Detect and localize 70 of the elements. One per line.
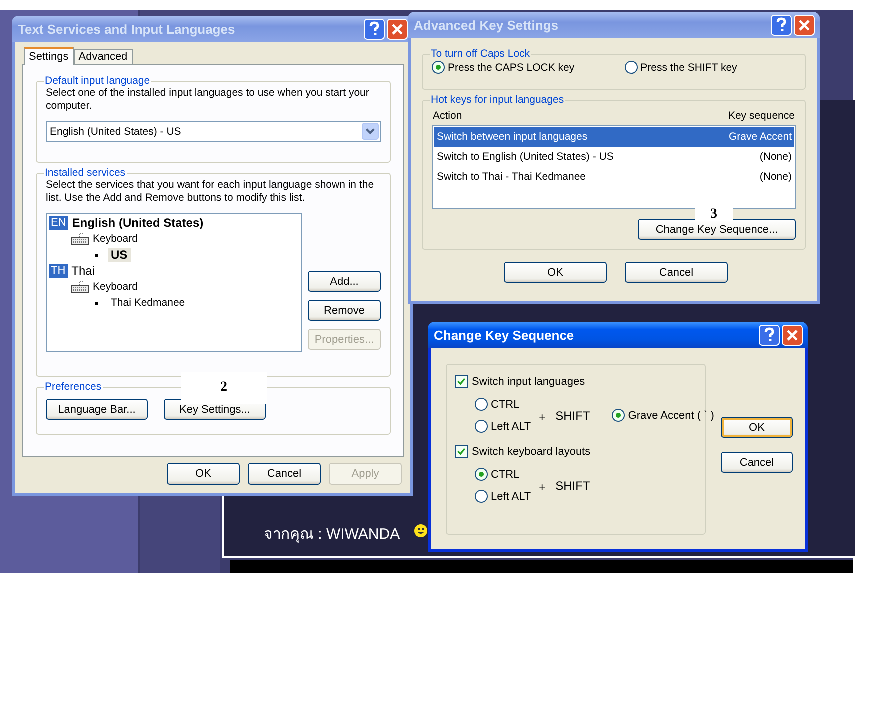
close-icon[interactable] [794,14,815,36]
checkmark-icon [456,446,467,457]
radio-button[interactable]: Press the CAPS LOCK key [432,61,575,74]
checkbox[interactable]: Switch input languages [455,375,586,388]
help-icon[interactable] [364,18,385,40]
column-header: Key sequence [728,110,795,122]
tree-item[interactable]: English (United States) [72,216,204,230]
action-text: Switch between input languages [437,131,588,143]
hotkey-row[interactable]: Switch to Thai - Thai Kedmanee (None) [434,167,794,187]
tab[interactable]: Advanced [74,49,133,64]
smiley-icon [414,524,428,538]
dialog-button[interactable]: OK [167,463,240,485]
preference-button[interactable]: Language Bar... [46,399,148,420]
key-sequence-text: (None) [760,171,792,183]
group-label: Preferences [44,381,103,393]
tree-item[interactable]: Keyboard [93,233,138,245]
tree-item[interactable]: Keyboard [93,281,138,293]
window-title: Text Services and Input Languages [18,22,236,36]
dialog-button[interactable]: Cancel [625,262,728,283]
close-icon[interactable] [387,18,408,40]
radio-button[interactable]: Left ALT [475,420,532,433]
group-label: Hot keys for input languages [430,94,566,106]
help-icon[interactable] [759,324,780,346]
checkbox[interactable]: Switch keyboard layouts [455,445,591,458]
bullet-icon [95,302,98,304]
tree-item[interactable]: US [108,248,131,262]
radio-button[interactable]: Press the SHIFT key [624,61,738,74]
dialog-button[interactable]: Cancel [248,463,321,485]
hotkey-row[interactable]: Switch between input languages Grave Accent [434,127,794,147]
group-label: Installed services [44,167,127,179]
hotkey-row[interactable]: Switch to English (United States) - US (None) [434,147,794,167]
action-text: Switch to English (United States) - US [437,151,614,163]
dialog-button[interactable]: OK [504,262,607,283]
key-sequence-text: Grave Accent [728,131,792,143]
checkmark-icon [456,376,467,387]
help-icon[interactable] [771,14,792,36]
tree-item[interactable]: Thai Kedmanee [108,297,188,309]
plus-text: + [539,482,546,494]
action-text: Switch to Thai - Thai Kedmanee [437,171,586,183]
window-title: Advanced Key Settings [414,18,558,32]
author-line: จากคุณ : WIWANDA [264,525,400,546]
language-dropdown[interactable]: English (United States) - US [46,121,381,142]
side-button[interactable]: Add... [308,271,381,292]
close-icon[interactable] [782,324,803,346]
bullet-icon [95,254,98,256]
language-badge: EN [49,216,68,230]
dialog-button[interactable]: Cancel [721,452,793,473]
radio-button[interactable]: CTRL [475,398,532,411]
group-label: To turn off Caps Lock [430,48,532,60]
plus-text: + [539,412,546,424]
keyboard-icon [71,281,89,293]
key-text: SHIFT [556,408,590,422]
services-tree[interactable]: EN English (United States) Keyboard US TH Thai Keyboard Thai Kedmanee [46,213,302,352]
group-label: Default input language [44,75,152,87]
radio-button[interactable]: CTRL [475,468,532,481]
description-text: Select one of the installed input languages to use when you start your computer. [46,87,370,113]
window-title: Change Key Sequence [434,328,574,342]
tree-item[interactable]: Thai [72,264,96,278]
key-text: SHIFT [556,478,590,492]
key-sequence-text: (None) [760,151,792,163]
language-badge: TH [49,264,68,278]
change-key-sequence-button[interactable]: Change Key Sequence... [638,219,796,240]
dialog-button[interactable]: OK [721,417,793,438]
radio-button[interactable]: Left ALT [475,490,532,503]
keyboard-icon [71,233,89,245]
column-header: Action [433,110,462,122]
tab[interactable]: Settings [24,47,74,65]
side-button[interactable]: Remove [308,300,381,321]
description-text: Select the services that you want for each input language shown in the list. Use the Add and Remove buttons to modify this list. [46,179,376,205]
radio-button[interactable]: Grave Accent ( ` ) [612,409,714,422]
